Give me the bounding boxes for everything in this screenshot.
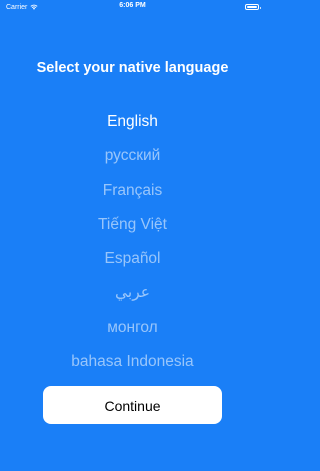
language-option[interactable]: монгол xyxy=(0,316,265,350)
language-option[interactable]: bahasa Indonesia xyxy=(0,350,265,384)
status-bar: Carrier 6:06 PM xyxy=(0,0,265,14)
continue-button[interactable]: Continue xyxy=(43,386,222,424)
battery-icon xyxy=(245,4,261,10)
language-option[interactable]: Français xyxy=(0,179,265,213)
status-time: 6:06 PM xyxy=(119,2,146,9)
language-option[interactable]: Español xyxy=(0,247,265,281)
language-option[interactable]: Tiếng Việt xyxy=(0,213,265,247)
language-list: English русский Français Tiếng Việt Español ع… xyxy=(0,110,265,384)
language-option[interactable]: عربي xyxy=(0,281,265,315)
page-title: Select your native language xyxy=(36,60,229,76)
language-option[interactable]: English xyxy=(0,110,265,144)
language-option[interactable]: русский xyxy=(0,144,265,178)
